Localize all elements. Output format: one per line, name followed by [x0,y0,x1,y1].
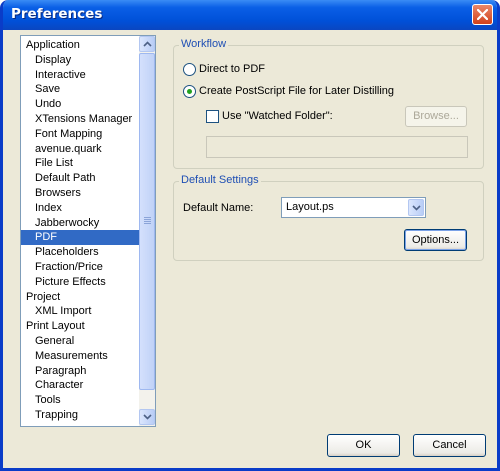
list-item[interactable]: Project [21,290,60,305]
list-item-label: Paragraph [35,364,87,377]
default-settings-group-label: Default Settings [179,174,261,187]
list-item-label: Index [35,201,62,214]
list-item[interactable]: PDF [21,230,139,246]
scroll-down-button[interactable] [139,409,155,425]
default-name-label: Default Name: [183,202,254,214]
grip-line [144,217,151,218]
list-item-label: Project [26,290,61,303]
list-item[interactable]: Fraction/Price [21,260,103,275]
list-item-label: Jabberwocky [35,216,100,229]
list-item[interactable]: Jabberwocky [21,216,99,231]
list-item[interactable]: Save [21,82,60,97]
direct-to-pdf-radio[interactable] [183,63,196,76]
list-item-label: Print Layout [26,320,85,333]
list-item[interactable]: Browsers [21,186,81,201]
category-list[interactable]: Application Display Interactive Save Undo XTe… [20,35,156,427]
preferences-window: Preferences Application Display Interactiv… [0,0,500,471]
list-item[interactable]: Interactive [21,68,86,83]
list-item[interactable]: Print Layout [21,319,85,334]
chevron-down-icon [143,414,152,420]
list-item-label: Display [35,53,72,66]
watched-folder-path-field[interactable] [206,136,468,158]
list-item[interactable]: Tools [21,393,61,408]
default-name-value: Layout.ps [286,201,334,213]
chevron-up-icon [143,41,152,47]
list-item-label: Trapping [35,409,79,421]
list-item-label: XML Import [35,305,92,318]
list-item[interactable]: Index [21,201,62,216]
list-item-label: Measurements [35,349,108,362]
workflow-group-label: Workflow [179,38,229,51]
use-watched-folder-label[interactable]: Use "Watched Folder": [222,110,333,123]
close-icon [477,9,488,20]
scroll-thumb[interactable] [139,53,155,390]
window-title: Preferences [11,6,103,22]
list-item-label: Picture Effects [35,275,106,288]
list-item[interactable]: Character [21,378,83,393]
grip-line [144,221,151,222]
list-item-label: Tools [35,394,61,407]
list-item-label: General [35,335,75,347]
cancel-button[interactable]: Cancel [413,434,486,457]
list-item[interactable]: Undo [21,97,61,112]
list-item[interactable]: Measurements [21,349,108,364]
list-item[interactable]: Default Path [21,171,96,186]
list-scrollbar[interactable] [139,36,155,426]
scroll-up-button[interactable] [139,36,155,52]
list-item-label: Save [35,83,61,96]
grip-line [144,223,151,224]
list-item[interactable]: XML Import [21,304,91,319]
list-item-label: Browsers [35,187,81,199]
list-item-label: XTensions Manager [35,113,133,125]
chevron-down-icon [412,205,421,211]
options-button[interactable]: Options... [404,229,467,251]
list-item[interactable]: Picture Effects [21,275,106,290]
create-postscript-radio[interactable] [183,85,196,98]
close-button[interactable] [472,4,493,25]
list-item[interactable]: avenue.quark [21,142,102,157]
list-item[interactable]: General [21,334,74,349]
create-postscript-label[interactable]: Create PostScript File for Later Distill… [199,85,394,98]
radio-selected-dot [187,89,192,94]
list-item[interactable]: Display [21,53,71,68]
browse-button[interactable]: Browse... [405,106,467,127]
list-item-label: Application [26,39,80,51]
list-item-label: Default Path [35,172,96,185]
default-name-dropdown[interactable]: Layout.ps [281,197,426,218]
dropdown-button[interactable] [408,199,424,216]
list-item-label: Placeholders [35,246,99,259]
list-item-label: Undo [35,98,62,111]
list-item-label: PDF [35,231,57,244]
list-item-label: File List [35,157,73,170]
list-item[interactable]: Paragraph [21,364,86,379]
list-item-label: Character [35,379,84,392]
ok-button[interactable]: OK [327,434,400,457]
direct-to-pdf-label[interactable]: Direct to PDF [199,63,265,76]
list-item[interactable]: Font Mapping [21,127,102,142]
list-item[interactable]: Trapping [21,408,78,423]
list-item[interactable]: File List [21,156,73,171]
list-item[interactable]: Application [21,38,80,53]
grip-line [144,219,151,220]
use-watched-folder-checkbox[interactable] [206,110,219,123]
list-item-label: Font Mapping [35,127,103,140]
title-bar[interactable]: Preferences [3,0,497,30]
list-item[interactable]: Placeholders [21,245,99,260]
list-item-label: Interactive [35,68,86,81]
list-item[interactable]: XTensions Manager [21,112,132,127]
list-item-label: Fraction/Price [35,261,103,273]
list-item-label: avenue.quark [35,142,102,155]
